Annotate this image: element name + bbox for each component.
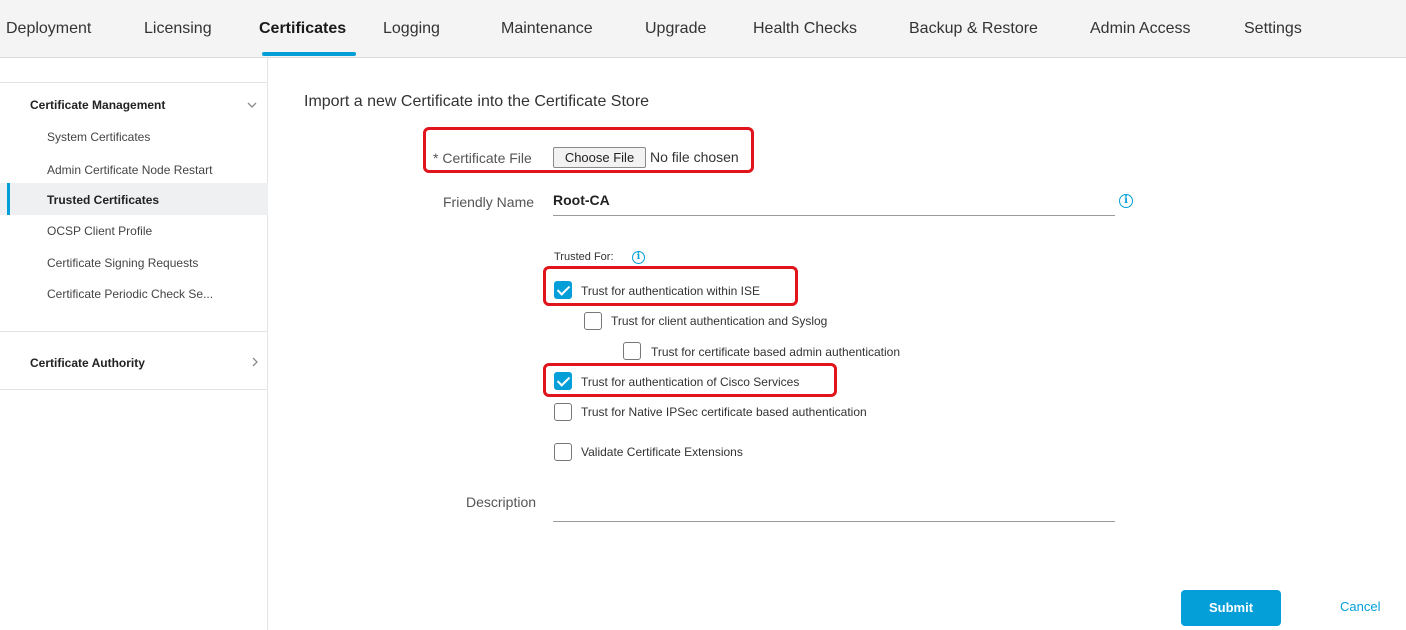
sidebar-item-admin-certificate-node-restart[interactable]: Admin Certificate Node Restart xyxy=(47,163,212,177)
validate-extensions-label: Validate Certificate Extensions xyxy=(581,445,743,459)
tab-certificates[interactable]: Certificates xyxy=(259,20,346,38)
info-icon[interactable]: i xyxy=(632,251,645,264)
page-title: Import a new Certificate into the Certif… xyxy=(304,93,650,110)
tab-maintenance[interactable]: Maintenance xyxy=(501,20,593,38)
info-icon[interactable]: i xyxy=(1119,194,1133,208)
top-tab-bar: Deployment Licensing Certificates Loggin… xyxy=(0,0,1406,58)
tab-backup-restore[interactable]: Backup & Restore xyxy=(909,20,1038,38)
tab-upgrade[interactable]: Upgrade xyxy=(645,20,706,38)
trust-client-syslog-label: Trust for client authentication and Sysl… xyxy=(611,314,828,328)
trust-ipsec-checkbox[interactable] xyxy=(554,403,572,421)
trust-ise-label: Trust for authentication within ISE xyxy=(581,284,760,298)
active-tab-indicator xyxy=(262,52,356,56)
tab-admin-access[interactable]: Admin Access xyxy=(1090,20,1190,38)
sidebar-divider xyxy=(0,331,268,332)
sidebar-item-trusted-certificates[interactable]: Trusted Certificates xyxy=(47,193,159,207)
sidebar: Certificate Management System Certificat… xyxy=(0,58,268,630)
description-label: Description xyxy=(466,494,537,510)
description-input[interactable] xyxy=(553,492,1115,522)
chevron-right-icon[interactable] xyxy=(250,356,260,368)
sidebar-group-certificate-authority[interactable]: Certificate Authority xyxy=(30,356,145,370)
sidebar-active-indicator xyxy=(7,183,10,215)
friendly-name-label: Friendly Name xyxy=(443,194,535,210)
tab-licensing[interactable]: Licensing xyxy=(144,20,212,38)
friendly-name-input[interactable]: Root-CA xyxy=(553,186,1115,216)
cancel-button[interactable]: Cancel xyxy=(1340,599,1380,614)
trust-ise-checkbox[interactable] xyxy=(554,281,572,299)
certificate-file-label: * Certificate File xyxy=(433,150,532,166)
sidebar-divider xyxy=(0,389,268,390)
trust-cisco-services-checkbox[interactable] xyxy=(554,372,572,390)
validate-extensions-checkbox[interactable] xyxy=(554,443,572,461)
tab-settings[interactable]: Settings xyxy=(1244,20,1302,38)
tab-health-checks[interactable]: Health Checks xyxy=(753,20,857,38)
trust-admin-auth-checkbox[interactable] xyxy=(623,342,641,360)
trust-admin-auth-label: Trust for certificate based admin authen… xyxy=(651,345,901,359)
choose-file-button[interactable]: Choose File xyxy=(553,147,646,168)
tab-logging[interactable]: Logging xyxy=(383,20,440,38)
trust-client-syslog-checkbox[interactable] xyxy=(584,312,602,330)
sidebar-item-ocsp-client-profile[interactable]: OCSP Client Profile xyxy=(47,224,152,238)
sidebar-item-system-certificates[interactable]: System Certificates xyxy=(47,130,150,144)
chevron-down-icon[interactable] xyxy=(246,100,258,110)
sidebar-item-certificate-periodic-check[interactable]: Certificate Periodic Check Se... xyxy=(47,287,213,301)
trust-cisco-services-label: Trust for authentication of Cisco Servic… xyxy=(581,375,800,389)
tab-deployment[interactable]: Deployment xyxy=(6,20,91,38)
sidebar-item-certificate-signing-requests[interactable]: Certificate Signing Requests xyxy=(47,256,198,270)
trusted-for-label: Trusted For: xyxy=(554,251,614,263)
sidebar-group-certificate-management[interactable]: Certificate Management xyxy=(30,98,165,112)
trust-ipsec-label: Trust for Native IPSec certificate based… xyxy=(581,405,867,419)
file-status-text: No file chosen xyxy=(650,149,739,165)
submit-button[interactable]: Submit xyxy=(1181,590,1281,626)
sidebar-divider xyxy=(0,82,268,83)
